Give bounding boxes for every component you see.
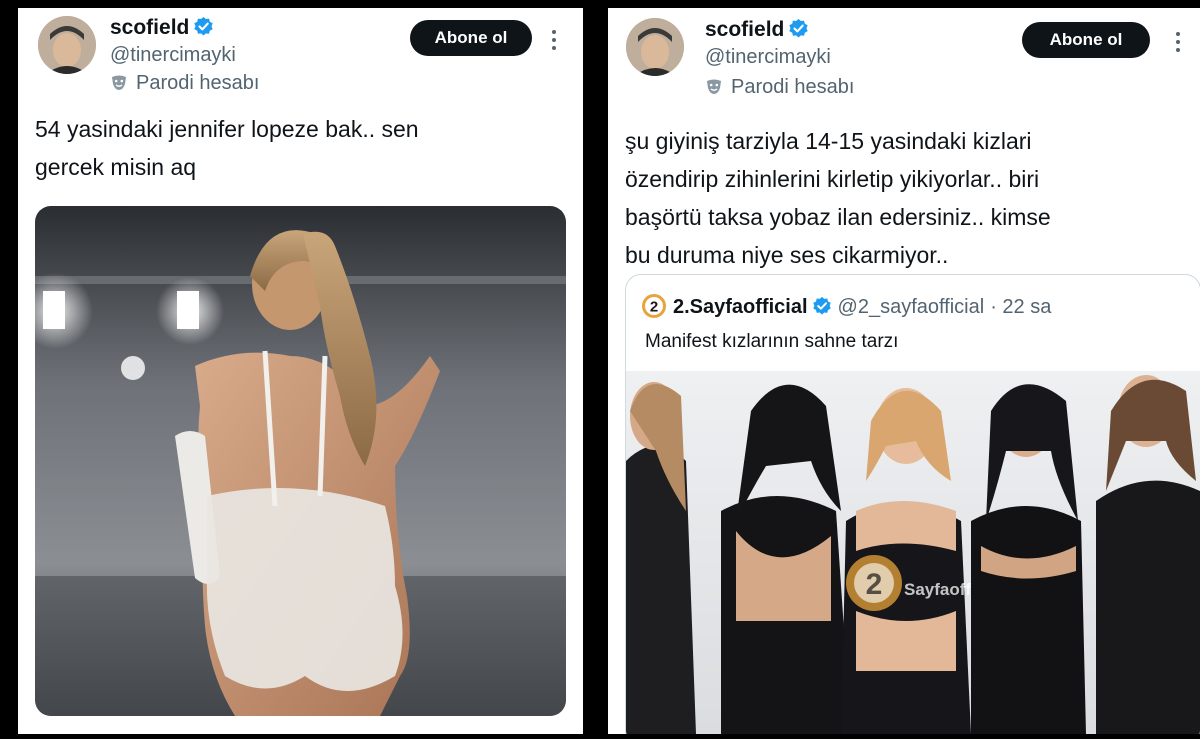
sayfa-logo-digit: 2 (650, 299, 658, 316)
parody-label-text: Parodi hesabı (731, 76, 855, 98)
sayfa-logo-icon: 2 (641, 293, 667, 325)
group-photo-illustration: 2 Sayfaofficial (626, 371, 1200, 734)
tweet-text-line: özendirip zihinlerini kirletip yikiyorla… (625, 166, 1040, 192)
quote-handle[interactable]: @2_sayfaofficial (838, 296, 985, 318)
handle[interactable]: @tinercimayki (110, 44, 236, 67)
tweet-card-right: scofield @tinercimayki Parodi hesabı Abo… (608, 8, 1200, 734)
follow-button[interactable]: Abone ol (410, 20, 532, 56)
tweet-text-line: bu duruma niye ses cikarmiyor.. (625, 242, 949, 268)
quote-header: 2 2.Sayfaofficial @2_sayfaofficial · 22 sa (641, 293, 1051, 325)
handle[interactable]: @tinercimayki (705, 46, 831, 69)
display-name-text[interactable]: scofield (110, 16, 189, 39)
tweet-text-line: başörtü taksa yobaz ilan edersiniz.. kim… (625, 204, 1051, 230)
display-name[interactable]: scofield (705, 18, 809, 45)
parody-label: Parodi hesabı (705, 76, 854, 102)
tweet-text-line: 54 yasindaki jennifer lopeze bak.. sen (35, 116, 419, 142)
display-name-text[interactable]: scofield (705, 18, 784, 41)
tweet-text-line: gercek misin aq (35, 154, 197, 180)
theater-mask-icon (110, 74, 128, 98)
tweet-text: 54 yasindaki jennifer lopeze bak.. sen g… (35, 110, 565, 186)
watermark-logo-digit: 2 (866, 568, 883, 601)
avatar[interactable] (38, 16, 96, 74)
parody-label: Parodi hesabı (110, 72, 259, 98)
quote-display-name[interactable]: 2.Sayfaofficial (673, 296, 808, 318)
verified-badge-icon (812, 296, 832, 322)
display-name[interactable]: scofield (110, 16, 214, 43)
quoted-tweet[interactable]: 2 2.Sayfaofficial @2_sayfaofficial · 22 sa … (625, 274, 1200, 734)
stage-photo-illustration (35, 206, 566, 716)
more-dots-icon[interactable] (551, 30, 557, 54)
tweet-text-line: şu giyiniş tarziyla 14-15 yasindaki kizl… (625, 128, 1032, 154)
tweet-card-left: scofield @tinercimayki Parodi hesabı Abo… (18, 8, 583, 734)
parody-label-text: Parodi hesabı (136, 72, 260, 94)
tweet-photo[interactable] (35, 206, 566, 716)
tweet-text: şu giyiniş tarziyla 14-15 yasindaki kizl… (625, 122, 1185, 274)
verified-badge-icon (788, 18, 809, 45)
theater-mask-icon (705, 78, 723, 102)
follow-button[interactable]: Abone ol (1022, 22, 1150, 58)
quote-photo[interactable]: 2 Sayfaofficial (626, 371, 1200, 734)
quote-timestamp[interactable]: · 22 sa (990, 296, 1051, 318)
more-dots-icon[interactable] (1175, 32, 1181, 56)
quote-text: Manifest kızlarının sahne tarzı (645, 331, 899, 352)
avatar[interactable] (626, 18, 684, 76)
verified-badge-icon (193, 16, 214, 43)
